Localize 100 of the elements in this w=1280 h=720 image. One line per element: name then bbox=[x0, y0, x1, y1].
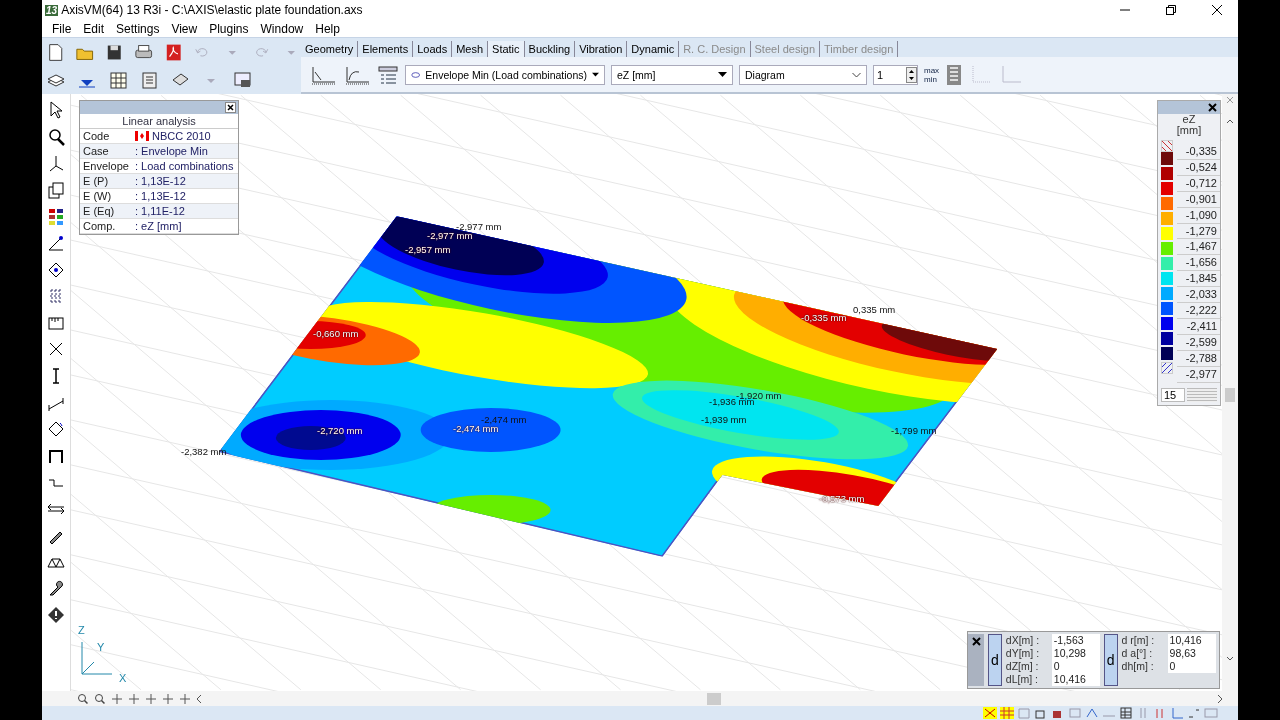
hatch-icon bbox=[1161, 140, 1173, 152]
stripes-icon bbox=[1187, 387, 1217, 402]
vertical-scrollbar[interactable] bbox=[1222, 94, 1238, 691]
window-title: AxisVM(64) 13 R3i - C:\AXIS\elastic plate foundation.axs bbox=[61, 3, 364, 17]
legend-value: -1,090 bbox=[1177, 207, 1220, 224]
value-label: -1,920 mm bbox=[736, 390, 782, 401]
field-value: : 1,13E-12 bbox=[135, 189, 186, 203]
axis-label: Y bbox=[97, 641, 105, 653]
close-icon[interactable] bbox=[225, 102, 236, 113]
checklist-icon[interactable] bbox=[377, 63, 399, 86]
caret-icon bbox=[718, 71, 727, 78]
menu-item[interactable]: Help bbox=[309, 21, 346, 36]
legend-title: eZ bbox=[1181, 114, 1197, 125]
field-label: d a[°] : bbox=[1121, 647, 1154, 660]
scrollbar-thumb[interactable] bbox=[1225, 388, 1235, 402]
legend-value: -2,411 bbox=[1177, 318, 1220, 335]
legend-value: -0,524 bbox=[1177, 159, 1220, 176]
field-label: Envelope bbox=[82, 159, 130, 173]
legend-value: -1,845 bbox=[1177, 271, 1220, 288]
field-value: 0 bbox=[1167, 660, 1216, 673]
field-value: : eZ [mm] bbox=[135, 219, 182, 233]
film-strip-icon[interactable] bbox=[945, 63, 964, 86]
legend-value: -2,977 bbox=[1177, 366, 1220, 383]
panel-title: Linear analysis bbox=[80, 114, 238, 129]
field-value: 10,298 bbox=[1051, 647, 1100, 660]
field-value: : Load combinations bbox=[135, 159, 234, 173]
display-mode-dropdown[interactable]: Diagram bbox=[739, 64, 867, 85]
app-logo-icon: 13 bbox=[45, 4, 59, 16]
legend-value: -0,335 bbox=[1177, 144, 1220, 160]
relative-mode-badge[interactable]: d bbox=[988, 634, 1002, 686]
field-label: dY[m] : bbox=[1005, 647, 1041, 660]
stacked-views-icon[interactable] bbox=[46, 179, 66, 200]
caret-icon bbox=[592, 71, 599, 78]
color-grid-icon[interactable] bbox=[46, 206, 66, 227]
tab[interactable]: Static bbox=[488, 41, 525, 57]
field-label: Comp. bbox=[82, 219, 117, 233]
value-label: -2,977 mm bbox=[427, 230, 473, 241]
close-icon[interactable] bbox=[1207, 102, 1218, 113]
contour-band bbox=[275, 425, 346, 450]
field-value: : Envelope Min bbox=[135, 144, 208, 158]
value-label: -2,474 mm bbox=[481, 414, 527, 425]
field-value: 98,63 bbox=[1167, 647, 1216, 660]
flag-icon bbox=[135, 131, 149, 141]
index-spinner[interactable]: 1 bbox=[873, 64, 918, 85]
level-count-field[interactable]: 15 bbox=[1161, 387, 1185, 402]
caret-icon bbox=[852, 71, 861, 78]
field-value: -1,563 bbox=[1051, 634, 1100, 647]
hatch-icon bbox=[1161, 362, 1173, 374]
value-label: -2,977 mm bbox=[456, 221, 502, 232]
menu-item[interactable]: Plugins bbox=[203, 21, 255, 36]
field-value: : 1,13E-12 bbox=[135, 174, 186, 188]
table-icon[interactable] bbox=[108, 69, 129, 91]
value-label: -0,335 mm bbox=[801, 312, 847, 323]
legend-value: -1,279 bbox=[1177, 223, 1220, 240]
menu-item[interactable]: File bbox=[46, 21, 78, 36]
max-min-toggle[interactable]: max min bbox=[924, 65, 940, 84]
component-dropdown[interactable]: eZ [mm] bbox=[611, 64, 733, 85]
table-icon[interactable] bbox=[1119, 707, 1133, 719]
value-label: -2,720 mm bbox=[317, 425, 363, 436]
legend-value: -0,901 bbox=[1177, 191, 1220, 208]
grid-snap-icon[interactable] bbox=[1000, 707, 1014, 719]
value-label: -1,939 mm bbox=[701, 414, 747, 425]
close-icon[interactable] bbox=[971, 637, 981, 646]
value-label: 0,335 mm bbox=[853, 304, 896, 315]
zoom-out-icon[interactable] bbox=[93, 692, 107, 705]
field-label: d r[m] : bbox=[1121, 634, 1156, 647]
snap-icon[interactable] bbox=[983, 707, 997, 719]
close-icon[interactable] bbox=[1212, 5, 1222, 15]
legend-value: -1,656 bbox=[1177, 255, 1220, 272]
legend-value: -2,033 bbox=[1177, 287, 1220, 304]
menu-item[interactable]: View bbox=[165, 21, 204, 36]
legend-value: -2,788 bbox=[1177, 350, 1220, 367]
menu-item[interactable]: Window bbox=[254, 21, 310, 36]
field-label: Case bbox=[82, 144, 110, 158]
relative-mode-badge[interactable]: d bbox=[1103, 634, 1118, 686]
menu-item[interactable]: Settings bbox=[110, 21, 166, 36]
field-label: Code bbox=[82, 129, 111, 143]
zoom-icon[interactable] bbox=[46, 126, 66, 147]
value-label: -0,660 mm bbox=[313, 328, 359, 339]
diamond-icon[interactable] bbox=[46, 605, 66, 626]
field-value: 10,416 bbox=[1167, 634, 1216, 647]
value-label: -2,474 mm bbox=[453, 423, 499, 434]
legend-unit: [mm] bbox=[1175, 125, 1203, 136]
field-value: 0 bbox=[1051, 660, 1100, 673]
field-value: NBCC 2010 bbox=[152, 129, 211, 143]
field-label: E (Eq) bbox=[82, 204, 116, 218]
legend-value: -2,222 bbox=[1177, 303, 1220, 319]
load-case-dropdown[interactable]: Envelope Min (Load combinations) bbox=[405, 64, 605, 85]
scrollbar-thumb[interactable] bbox=[707, 692, 721, 705]
menu-item[interactable]: Edit bbox=[77, 21, 111, 36]
value-label: -2,382 mm bbox=[181, 446, 227, 457]
value-label: -1,799 mm bbox=[891, 425, 937, 436]
field-value: : 1,11E-12 bbox=[135, 204, 185, 218]
field-label: dZ[m] : bbox=[1005, 660, 1040, 673]
box-icon[interactable] bbox=[1034, 707, 1048, 719]
restore-icon[interactable] bbox=[1166, 5, 1176, 15]
value-label: -2,957 mm bbox=[405, 244, 451, 255]
zoom-in-icon[interactable] bbox=[76, 692, 90, 705]
field-label: E (P) bbox=[82, 174, 110, 188]
axis-label: Z bbox=[78, 624, 85, 636]
